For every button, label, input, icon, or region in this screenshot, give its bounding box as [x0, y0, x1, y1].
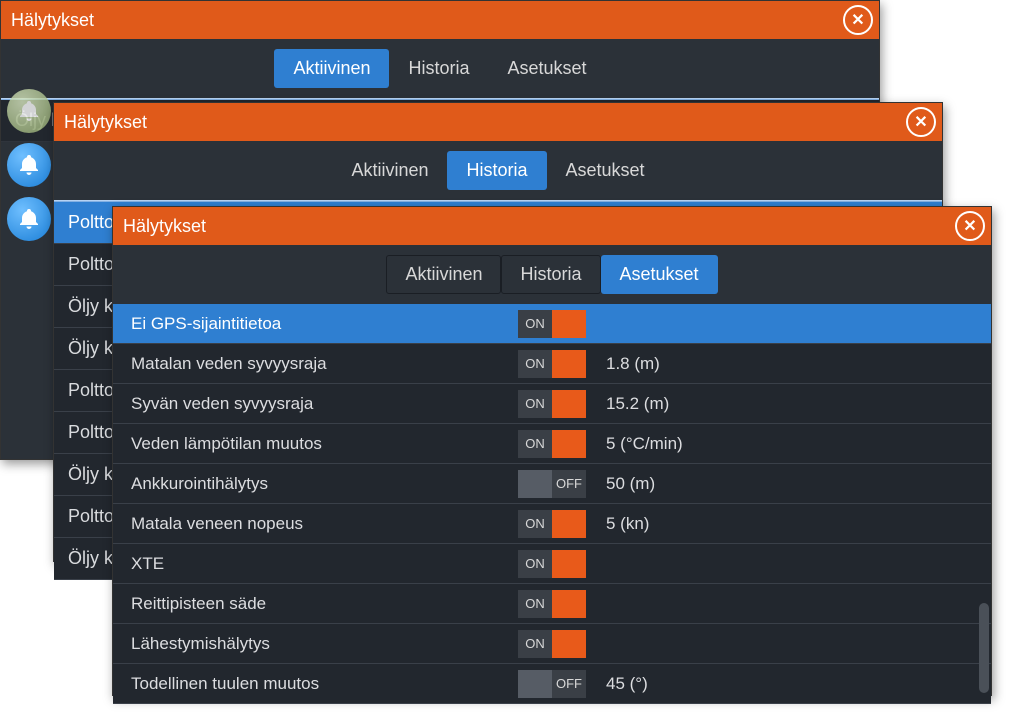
toggle-state: ON: [518, 356, 552, 371]
toggle-state: ON: [518, 436, 552, 451]
tab-settings[interactable]: Asetukset: [547, 151, 664, 190]
tab-active[interactable]: Aktiivinen: [386, 255, 501, 294]
toggle-state: OFF: [552, 476, 586, 491]
window-title: Hälytykset: [123, 216, 206, 237]
toggle-knob: [552, 550, 586, 578]
close-icon[interactable]: [843, 5, 873, 35]
toggle-knob: [552, 430, 586, 458]
setting-label: Syvän veden syvyysraja: [113, 394, 512, 414]
titlebar: Hälytykset: [54, 103, 942, 141]
toggle[interactable]: OFF: [518, 670, 586, 698]
setting-value[interactable]: 50 (m): [592, 474, 991, 494]
settings-row: Reittipisteen säde ON: [113, 584, 991, 624]
toggle[interactable]: ON: [518, 550, 586, 578]
window-title: Hälytykset: [64, 112, 147, 133]
tab-history[interactable]: Historia: [389, 49, 488, 88]
toggle[interactable]: ON: [518, 310, 586, 338]
setting-label: Todellinen tuulen muutos: [113, 674, 512, 694]
tab-history[interactable]: Historia: [501, 255, 600, 294]
bell-icon: [7, 197, 51, 241]
tab-active[interactable]: Aktiivinen: [332, 151, 447, 190]
tab-active[interactable]: Aktiivinen: [274, 49, 389, 88]
setting-label: Matala veneen nopeus: [113, 514, 512, 534]
toggle-state: ON: [518, 516, 552, 531]
settings-row: Todellinen tuulen muutos OFF 45 (°): [113, 664, 991, 704]
setting-value[interactable]: 45 (°): [592, 674, 991, 694]
tabbar: Aktiivinen Historia Asetukset: [54, 141, 942, 200]
settings-row: Ankkurointihälytys OFF 50 (m): [113, 464, 991, 504]
settings-row: Ei GPS-sijaintitietoa ON: [113, 304, 991, 344]
close-icon[interactable]: [955, 211, 985, 241]
toggle-state: ON: [518, 556, 552, 571]
settings-list: Ei GPS-sijaintitietoaONMatalan veden syv…: [113, 304, 991, 704]
close-icon[interactable]: [906, 107, 936, 137]
tab-history[interactable]: Historia: [447, 151, 546, 190]
toggle[interactable]: ON: [518, 430, 586, 458]
settings-row: Lähestymishälytys ON: [113, 624, 991, 664]
toggle-knob: [518, 670, 552, 698]
setting-label: Lähestymishälytys: [113, 634, 512, 654]
setting-value[interactable]: 5 (°C/min): [592, 434, 991, 454]
toggle[interactable]: ON: [518, 510, 586, 538]
tab-settings[interactable]: Asetukset: [601, 255, 718, 294]
titlebar: Hälytykset: [113, 207, 991, 245]
bell-icon: [7, 89, 51, 133]
toggle[interactable]: ON: [518, 590, 586, 618]
setting-value[interactable]: 1.8 (m): [592, 354, 991, 374]
setting-label: Reittipisteen säde: [113, 594, 512, 614]
toggle-state: ON: [518, 316, 552, 331]
settings-row: Matala veneen nopeus ON 5 (kn): [113, 504, 991, 544]
toggle-knob: [518, 470, 552, 498]
toggle-state: OFF: [552, 676, 586, 691]
toggle-state: ON: [518, 636, 552, 651]
bell-icon: [7, 143, 51, 187]
toggle-knob: [552, 630, 586, 658]
settings-row: Syvän veden syvyysraja ON 15.2 (m): [113, 384, 991, 424]
toggle-knob: [552, 390, 586, 418]
tabbar: Aktiivinen Historia Asetukset: [113, 245, 991, 304]
toggle-knob: [552, 350, 586, 378]
toggle-knob: [552, 310, 586, 338]
bell-icons: [7, 89, 51, 241]
alarms-window-settings: Hälytykset Aktiivinen Historia Asetukset…: [112, 206, 992, 696]
toggle-knob: [552, 510, 586, 538]
tab-settings[interactable]: Asetukset: [489, 49, 606, 88]
setting-label: Matalan veden syvyysraja: [113, 354, 512, 374]
settings-row: Matalan veden syvyysraja ON 1.8 (m): [113, 344, 991, 384]
setting-label: Veden lämpötilan muutos: [113, 434, 512, 454]
titlebar: Hälytykset: [1, 1, 879, 39]
toggle-state: ON: [518, 396, 552, 411]
toggle[interactable]: ON: [518, 350, 586, 378]
setting-label: Ei GPS-sijaintitietoa: [113, 314, 512, 334]
toggle[interactable]: ON: [518, 390, 586, 418]
toggle[interactable]: OFF: [518, 470, 586, 498]
scrollbar[interactable]: [979, 603, 989, 693]
window-title: Hälytykset: [11, 10, 94, 31]
tabbar: Aktiivinen Historia Asetukset: [1, 39, 879, 98]
toggle-knob: [552, 590, 586, 618]
settings-row: Veden lämpötilan muutos ON 5 (°C/min): [113, 424, 991, 464]
settings-row: XTE ON: [113, 544, 991, 584]
setting-label: Ankkurointihälytys: [113, 474, 512, 494]
toggle[interactable]: ON: [518, 630, 586, 658]
setting-label: XTE: [113, 554, 512, 574]
setting-value[interactable]: 15.2 (m): [592, 394, 991, 414]
toggle-state: ON: [518, 596, 552, 611]
setting-value[interactable]: 5 (kn): [592, 514, 991, 534]
